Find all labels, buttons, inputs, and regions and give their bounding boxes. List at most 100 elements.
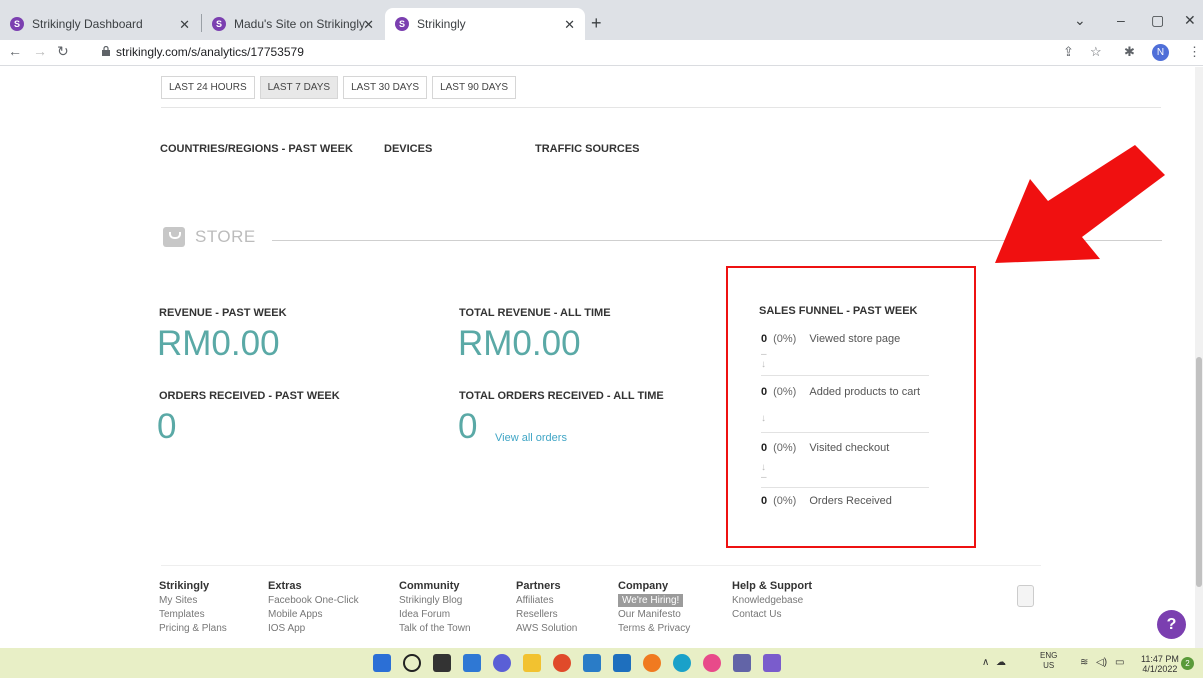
extensions-icon[interactable]: ✱ [1124,44,1135,60]
reload-icon[interactable]: ↻ [57,43,69,60]
funnel-count: 0 [761,333,768,345]
help-button[interactable]: ? [1157,610,1186,639]
start-icon[interactable] [373,654,391,672]
language-code: ENG [1040,651,1058,660]
store-title: STORE [195,227,256,246]
volume-icon[interactable]: ◁) [1096,657,1107,668]
funnel-percent: (0%) [773,386,797,398]
tab-madus-site[interactable]: S Madu's Site on Strikingly ✕ [202,8,384,40]
date-range-tabs: LAST 24 HOURS LAST 7 DAYS LAST 30 DAYS L… [161,76,517,99]
revenue-past-week-value: RM0.00 [157,324,280,363]
battery-icon[interactable]: ▭ [1115,657,1124,668]
strikingly-favicon-icon: S [212,17,226,31]
tab-label: Madu's Site on Strikingly [234,17,366,31]
footer-link[interactable]: Resellers [516,609,577,620]
footer-link[interactable]: Mobile Apps [268,609,359,620]
close-tab-icon[interactable]: ✕ [179,17,190,33]
footer-badge-icon [1017,585,1034,607]
orders-past-week-value: 0 [157,407,177,446]
region-code: US [1043,661,1055,670]
clock[interactable]: 11:47 PM 4/1/2022 [1141,654,1179,674]
footer-link[interactable]: Talk of the Town [399,623,471,634]
range-last-24-hours[interactable]: LAST 24 HOURS [161,76,255,99]
close-tab-icon[interactable]: ✕ [564,17,575,33]
taskbar-apps [373,654,781,672]
app-icon[interactable] [763,654,781,672]
funnel-percent: (0%) [773,495,797,507]
funnel-step: 0 (0%) Added products to cart [761,386,920,398]
footer-col-partners: Partners Affiliates Resellers AWS Soluti… [516,580,577,637]
footer-link[interactable]: Idea Forum [399,609,471,620]
view-all-orders-link[interactable]: View all orders [495,432,567,444]
clock-date: 4/1/2022 [1142,664,1178,674]
bookmark-star-icon[interactable]: ☆ [1090,44,1102,60]
funnel-count: 0 [761,495,768,507]
notification-badge[interactable]: 2 [1181,657,1194,670]
tab-search-icon[interactable]: ⌄ [1074,12,1086,29]
widgets-icon[interactable] [463,654,481,672]
close-window-icon[interactable]: ✕ [1184,12,1196,29]
share-icon[interactable]: ⇪ [1063,44,1074,60]
scrollbar-thumb[interactable] [1196,357,1202,587]
maximize-icon[interactable]: ▢ [1151,12,1164,29]
language-indicator[interactable]: ENG US [1040,651,1057,671]
divider [761,375,929,376]
range-last-30-days[interactable]: LAST 30 DAYS [343,76,428,99]
footer-link[interactable]: Contact Us [732,609,812,620]
teams-icon[interactable] [733,654,751,672]
footer-link[interactable]: Knowledgebase [732,595,812,606]
tab-strikingly-dashboard[interactable]: S Strikingly Dashboard ✕ [0,8,200,40]
mail-icon[interactable] [613,654,631,672]
tab-strikingly-active[interactable]: S Strikingly ✕ [385,8,585,40]
funnel-step: 0 (0%) Visited checkout [761,442,889,454]
tray-chevron-icon[interactable]: ∧ [982,657,989,668]
sales-funnel-title: SALES FUNNEL - PAST WEEK [759,305,918,317]
footer-link[interactable]: AWS Solution [516,623,577,634]
lock-icon [102,46,110,56]
file-explorer-icon[interactable] [523,654,541,672]
total-revenue-label: TOTAL REVENUE - ALL TIME [459,307,611,319]
footer-link[interactable]: Facebook One-Click [268,595,359,606]
edge-icon[interactable] [673,654,691,672]
footer-link[interactable]: Our Manifesto [618,609,690,620]
total-orders-label: TOTAL ORDERS RECEIVED - ALL TIME [459,390,664,402]
strikingly-favicon-icon: S [10,17,24,31]
footer-link[interactable]: Terms & Privacy [618,623,690,634]
new-tab-button[interactable]: + [591,13,602,34]
footer-link-hiring[interactable]: We're Hiring! [618,594,684,607]
store-icon[interactable] [583,654,601,672]
profile-avatar[interactable]: N [1152,44,1169,61]
total-orders-value: 0 [458,407,478,446]
footer-link[interactable]: Strikingly Blog [399,595,471,606]
tab-label: Strikingly [417,17,466,31]
firefox-icon[interactable] [643,654,661,672]
close-tab-icon[interactable]: ✕ [363,17,374,33]
scrollbar[interactable] [1195,67,1203,648]
funnel-percent: (0%) [773,442,797,454]
footer-link[interactable]: Pricing & Plans [159,623,227,634]
range-last-7-days[interactable]: LAST 7 DAYS [259,76,339,99]
range-last-90-days[interactable]: LAST 90 DAYS [432,76,517,99]
countries-heading: COUNTRIES/REGIONS - PAST WEEK [160,143,353,155]
onedrive-icon[interactable]: ☁ [996,657,1006,668]
funnel-step: 0 (0%) Viewed store page [761,333,900,345]
footer-link[interactable]: IOS App [268,623,359,634]
back-icon[interactable]: ← [8,43,22,59]
wifi-icon[interactable]: ≋ [1080,657,1088,668]
search-icon[interactable] [403,654,421,672]
footer-link[interactable]: Templates [159,609,227,620]
footer-col-help: Help & Support Knowledgebase Contact Us [732,580,812,623]
chat-icon[interactable] [493,654,511,672]
url-field[interactable]: strikingly.com/s/analytics/17753579 [116,45,304,59]
menu-kebab-icon[interactable]: ⋮ [1188,44,1201,60]
forward-icon[interactable]: → [33,43,47,59]
footer-link[interactable]: My Sites [159,595,227,606]
minimize-icon[interactable]: – [1117,12,1125,28]
opera-icon[interactable] [703,654,721,672]
chrome-icon[interactable] [553,654,571,672]
down-arrow-icon: ↓ [761,413,766,424]
red-arrow-annotation-icon [995,145,1165,263]
task-view-icon[interactable] [433,654,451,672]
footer-link[interactable]: Affiliates [516,595,577,606]
funnel-step: 0 (0%) Orders Received [761,495,892,507]
